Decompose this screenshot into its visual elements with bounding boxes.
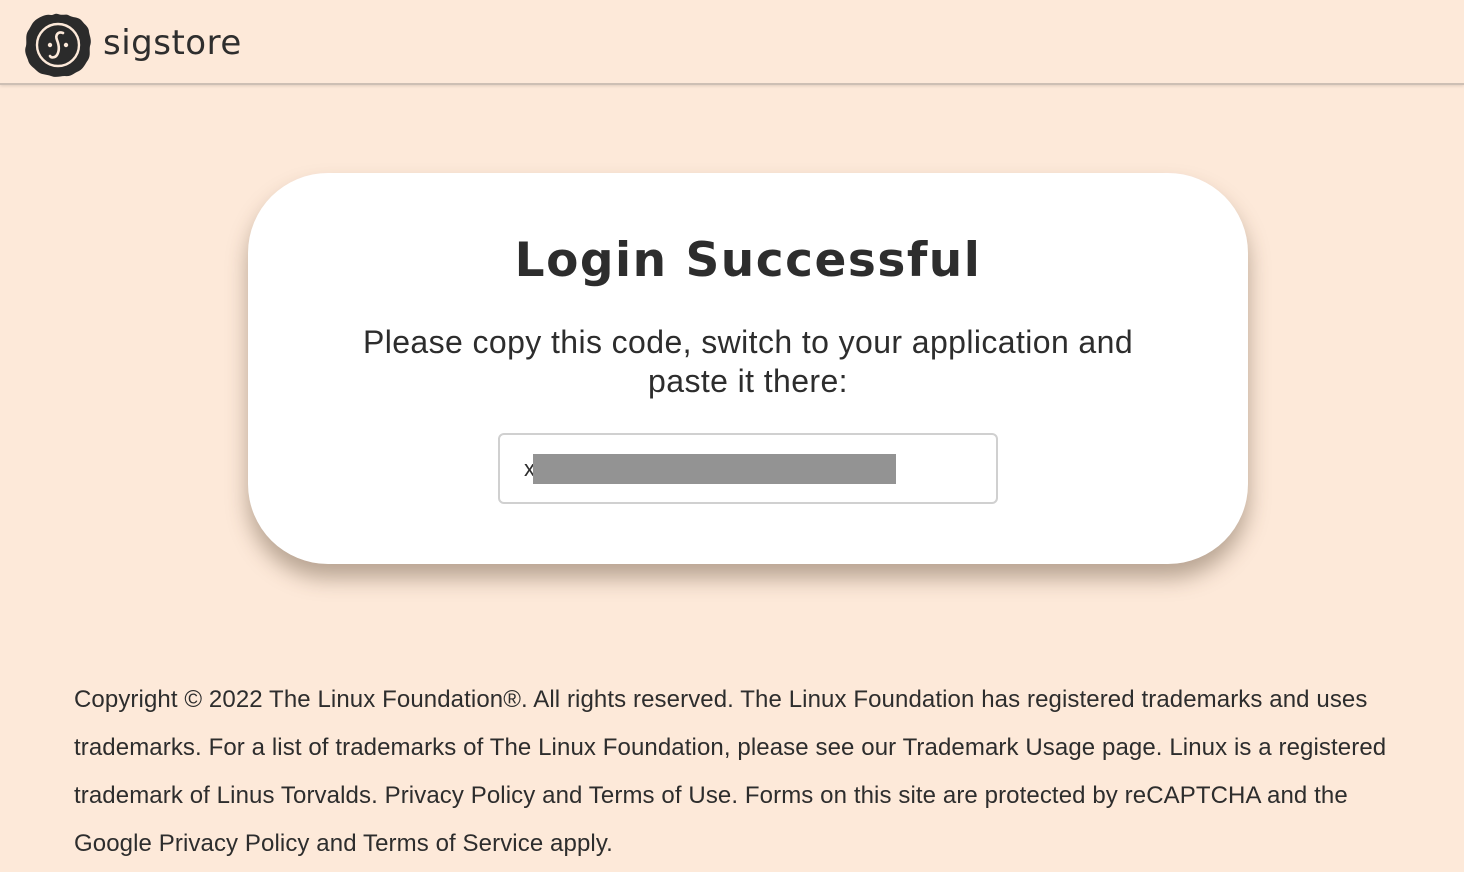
redacted-code-overlay <box>533 454 896 484</box>
footer-copyright: Copyright © 2022 The Linux Foundation®. … <box>74 686 1387 857</box>
brand-name: sigstore <box>103 23 242 63</box>
sigstore-home-link[interactable]: sigstore <box>24 12 242 78</box>
copy-code-instructions: Please copy this code, switch to your ap… <box>362 324 1134 399</box>
login-success-card: Login Successful Please copy this code, … <box>248 173 1248 564</box>
sigstore-seal-icon <box>25 13 91 77</box>
page-title: Login Successful <box>514 233 982 288</box>
site-header: sigstore <box>0 0 1464 85</box>
